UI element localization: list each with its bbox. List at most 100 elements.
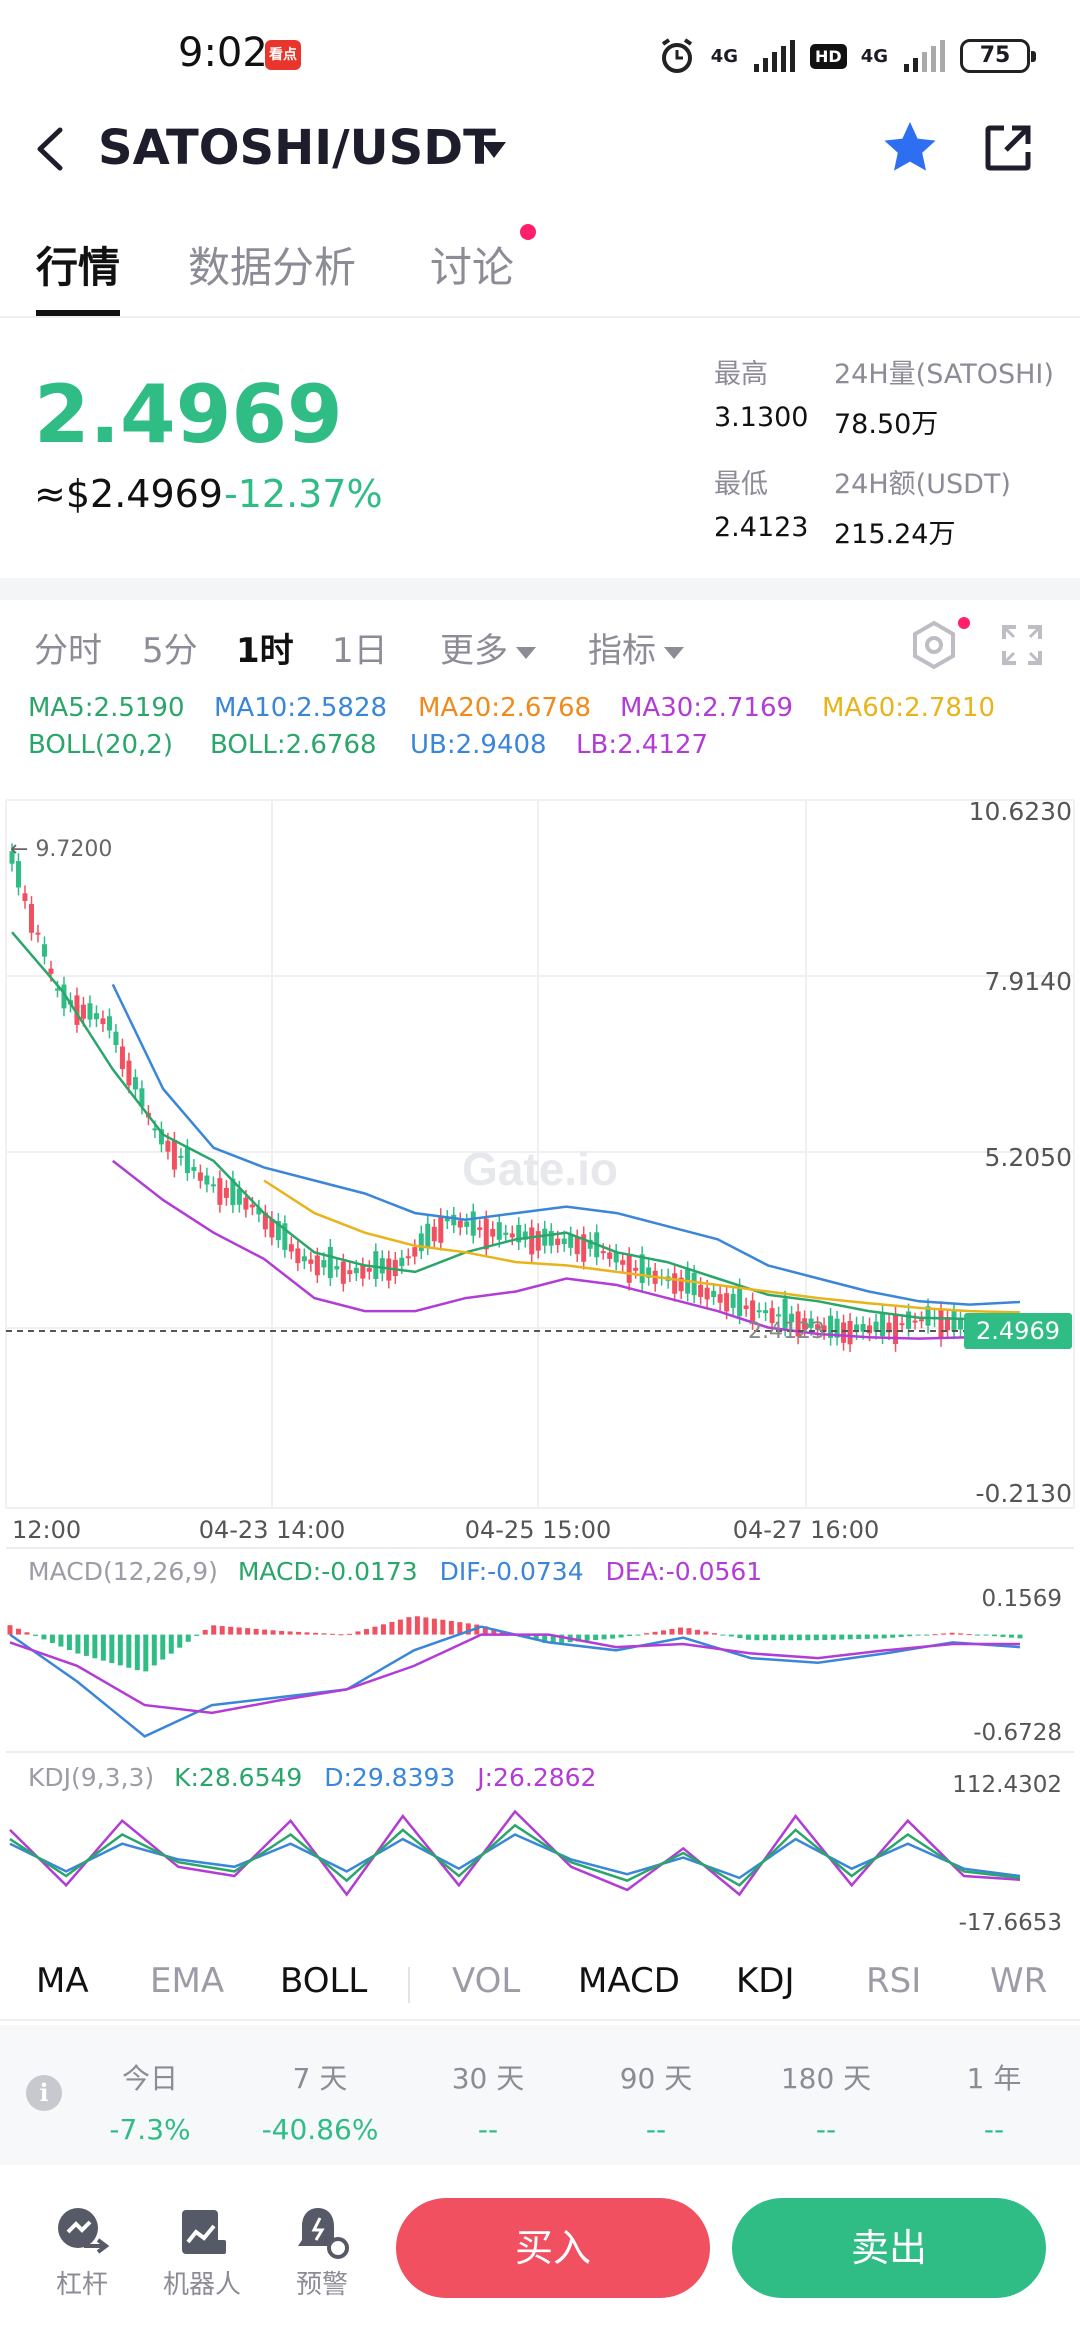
alert-button[interactable]: 预警: [272, 2204, 372, 2301]
pair-title[interactable]: SATOSHI/USDT: [98, 120, 496, 176]
candle-body: [340, 1261, 346, 1284]
amount-label: 24H额(USDT): [834, 469, 1011, 500]
macd-header: MACD(12,26,9) MACD:-0.0173 DIF:-0.0734 D…: [28, 1557, 762, 1586]
info-icon[interactable]: i: [26, 2075, 62, 2111]
leverage-button[interactable]: 杠杆: [32, 2204, 132, 2301]
sell-button[interactable]: 卖出: [732, 2198, 1046, 2298]
ind-tab-wr[interactable]: WR: [990, 1961, 1047, 2001]
favorite-star-icon[interactable]: [880, 118, 940, 178]
interval-5m[interactable]: 5分: [142, 623, 198, 672]
macd-bar: [245, 1628, 251, 1635]
macd-bar: [219, 1626, 225, 1635]
candle-body: [867, 1325, 873, 1334]
ind-tab-vol[interactable]: VOL: [452, 1961, 520, 2001]
macd-bar: [100, 1634, 106, 1661]
candle-body: [197, 1172, 203, 1181]
share-icon[interactable]: [982, 122, 1034, 174]
macd-bar: [228, 1626, 234, 1635]
macd-bar: [635, 1634, 641, 1636]
candle-body: [35, 932, 41, 935]
perf-label: 30 天: [451, 2062, 525, 2095]
perf-7d: 7 天 -40.86%: [240, 2057, 400, 2146]
macd-bar: [644, 1633, 650, 1635]
candle-body: [477, 1227, 483, 1230]
pair-dropdown-icon[interactable]: [482, 142, 506, 158]
ind-tab-boll[interactable]: BOLL: [280, 1961, 367, 2001]
ind-tab-macd[interactable]: MACD: [578, 1961, 680, 2001]
tab-market[interactable]: 行情: [36, 234, 120, 295]
section-divider: [0, 578, 1080, 600]
min-price-marker: 2.4123: [748, 1319, 825, 1344]
network-label-2: 4G: [860, 45, 888, 67]
macd-bar: [661, 1630, 667, 1635]
macd-bottom: -0.6728: [973, 1720, 1062, 1746]
chart-settings-icon[interactable]: [906, 617, 962, 673]
fullscreen-icon[interactable]: [1000, 623, 1044, 667]
kdj-top: 112.4302: [952, 1772, 1062, 1798]
perf-90d: 90 天 --: [576, 2057, 736, 2146]
volume-value: 78.50万: [834, 409, 939, 440]
macd-bar: [983, 1634, 989, 1636]
interval-1h[interactable]: 1时: [236, 623, 294, 672]
kdj-params: KDJ(9,3,3): [28, 1763, 154, 1792]
tab-discussion[interactable]: 讨论: [430, 234, 514, 295]
macd-bar: [49, 1634, 55, 1643]
indicator-dropdown-icon: [664, 646, 684, 659]
candle-body: [243, 1197, 249, 1210]
candle-body: [561, 1238, 567, 1244]
macd-bar: [890, 1634, 896, 1638]
macd-bar: [160, 1634, 166, 1660]
macd-bar: [372, 1626, 378, 1635]
candle-body: [119, 1046, 125, 1070]
ind-tab-kdj[interactable]: KDJ: [736, 1961, 795, 2001]
macd-bar: [618, 1634, 624, 1638]
macd-bar: [346, 1633, 352, 1635]
back-arrow-icon[interactable]: [30, 124, 70, 174]
macd-bar: [898, 1634, 904, 1638]
candle-body: [620, 1260, 626, 1265]
hd-badge: HD: [810, 43, 847, 69]
macd-bar: [313, 1632, 319, 1635]
usd-price: ≈$2.4969: [34, 472, 223, 516]
macd-bar: [262, 1629, 268, 1635]
macd-bar: [211, 1625, 217, 1635]
ma30-value: MA30:2.7169: [620, 693, 794, 723]
macd-bar: [330, 1633, 336, 1635]
ind-tab-ema[interactable]: EMA: [150, 1961, 224, 2001]
candle-body: [717, 1294, 723, 1303]
last-price: 2.4969: [34, 368, 343, 461]
y-tick-2: 7.9140: [985, 967, 1072, 996]
robot-button[interactable]: 机器人: [152, 2204, 252, 2301]
perf-label: 1 年: [966, 2062, 1022, 2095]
candle-body: [496, 1222, 502, 1240]
ind-tab-ma[interactable]: MA: [36, 1961, 89, 2001]
kline-chart[interactable]: Gate.io 2.4969 ← 9.7200 2.4123 10.6230 7…: [0, 790, 1080, 1940]
y-tick-4: -0.2130: [976, 1479, 1073, 1508]
macd-bar: [1017, 1634, 1023, 1639]
interval-timeline[interactable]: 分时: [34, 623, 102, 672]
candle-body: [529, 1227, 535, 1255]
ind-tab-rsi[interactable]: RSI: [866, 1961, 921, 2001]
candle-body: [626, 1255, 632, 1283]
macd-bar: [7, 1625, 13, 1635]
candle-body: [152, 1128, 158, 1131]
candle-body: [327, 1246, 333, 1279]
candle-body: [171, 1139, 177, 1170]
macd-bar: [41, 1634, 47, 1640]
macd-bar: [975, 1634, 981, 1636]
candle-body: [379, 1258, 385, 1274]
candle-body: [87, 1003, 93, 1020]
candle-body: [919, 1319, 925, 1322]
tab-data-analysis[interactable]: 数据分析: [188, 234, 356, 295]
interval-1d[interactable]: 1日: [332, 623, 388, 672]
macd-bar: [75, 1634, 81, 1654]
candle-body: [704, 1287, 710, 1300]
macd-bar: [423, 1617, 429, 1635]
interval-more-button[interactable]: 更多: [440, 623, 536, 672]
buy-button[interactable]: 买入: [396, 2198, 710, 2298]
d-line: [9, 1833, 1021, 1880]
macd-bar: [279, 1630, 285, 1635]
indicator-button[interactable]: 指标: [588, 623, 684, 672]
high-label: 最高: [714, 359, 768, 390]
macd-bar: [253, 1628, 259, 1635]
